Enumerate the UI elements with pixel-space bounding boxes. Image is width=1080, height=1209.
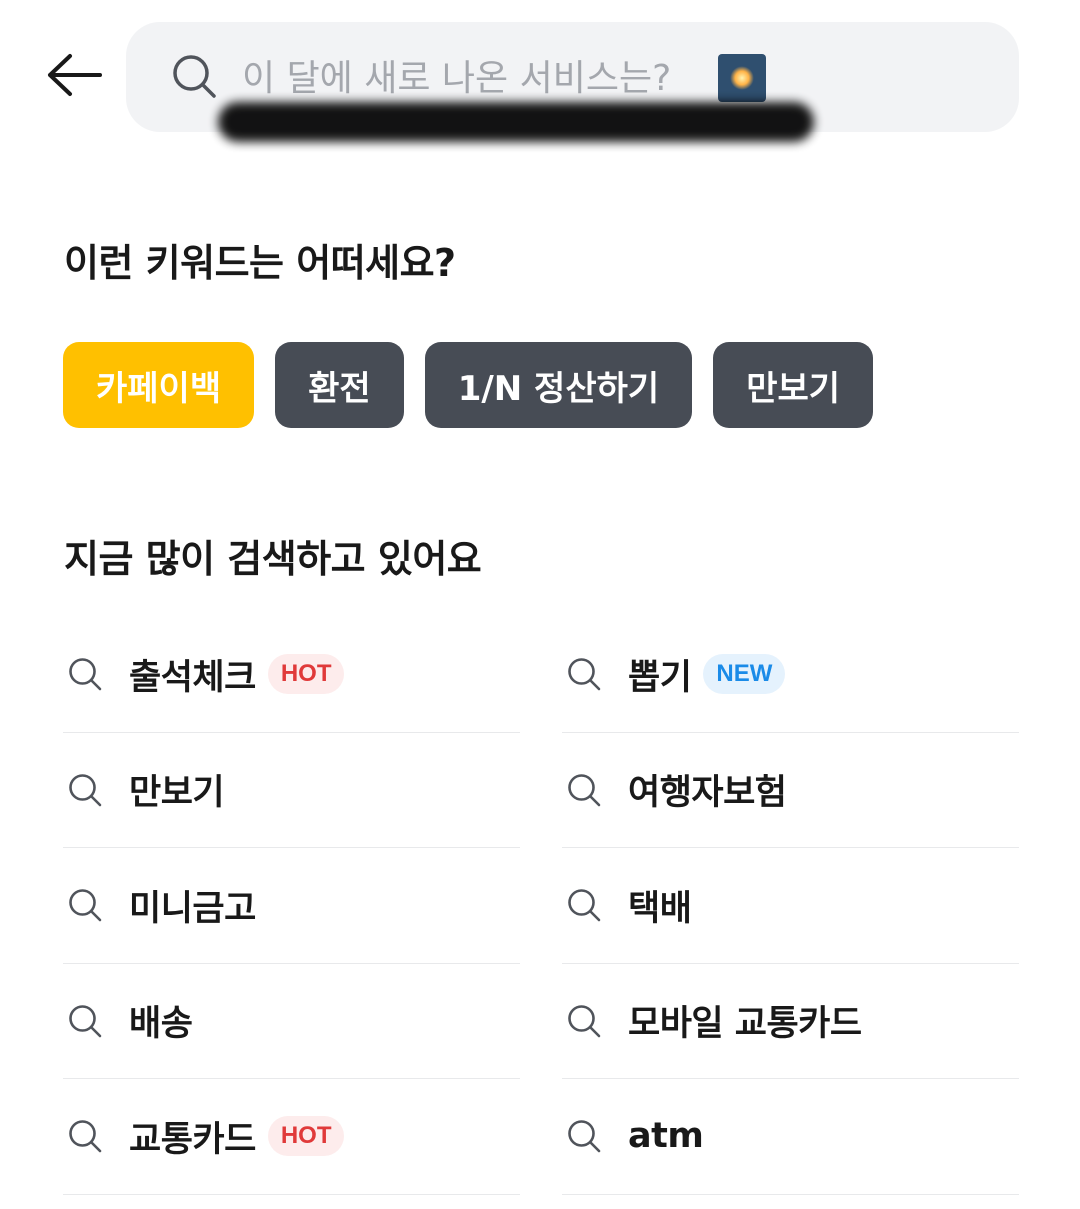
redaction-mark (218, 102, 814, 142)
search-input[interactable] (242, 50, 862, 106)
list-item[interactable]: 만보기 (63, 733, 520, 848)
list-item[interactable]: 모바일 교통카드 (562, 964, 1019, 1079)
search-icon (568, 1004, 601, 1038)
chip-cashback[interactable]: 카페이백 (63, 342, 255, 428)
list-item-label: 택배 (628, 888, 692, 929)
list-item[interactable]: atm (562, 1079, 1019, 1195)
search-icon (568, 1120, 601, 1153)
search-icon (69, 1004, 102, 1038)
chip-split-bill[interactable]: 1/N 정산하기 (424, 342, 693, 428)
list-item-label: 배송 (129, 1004, 193, 1045)
search-icon (69, 1120, 102, 1153)
search-icon (173, 55, 216, 98)
back-button[interactable] (42, 48, 106, 102)
list-item[interactable]: 미니금고 (63, 848, 520, 964)
list-item[interactable]: 출석체크 HOT (63, 617, 520, 733)
list-item-label: atm (628, 1116, 704, 1157)
back-arrow-icon (48, 54, 102, 96)
new-badge: NEW (703, 654, 786, 695)
list-item[interactable]: 택배 (562, 848, 1019, 964)
search-icon (69, 773, 102, 807)
hot-badge: HOT (267, 654, 345, 695)
list-item-label: 여행자보험 (628, 773, 787, 814)
list-item-label: 모바일 교통카드 (628, 1004, 862, 1045)
list-item-label: 미니금고 (129, 888, 256, 929)
search-icon (69, 889, 102, 922)
hot-badge: HOT (267, 1116, 345, 1157)
chip-exchange[interactable]: 환전 (275, 342, 404, 428)
chip-pedometer[interactable]: 만보기 (713, 342, 874, 428)
search-icon (568, 773, 601, 807)
list-item-label: 교통카드 (129, 1119, 256, 1160)
suggested-keywords-title: 이런 키워드는 어떠세요? (64, 241, 456, 285)
list-item-label: 뽑기 (628, 657, 692, 698)
list-item[interactable]: 배송 (63, 964, 520, 1079)
list-item[interactable]: 교통카드 HOT (63, 1079, 520, 1195)
sparkle-emoji-icon (718, 54, 766, 102)
suggested-keyword-chips: 카페이백 환전 1/N 정산하기 만보기 (63, 342, 874, 428)
list-item[interactable]: 뽑기 NEW (562, 617, 1019, 733)
list-item-label: 만보기 (129, 773, 225, 814)
list-item[interactable]: 여행자보험 (562, 733, 1019, 848)
list-item-label: 출석체크 (129, 657, 256, 698)
popular-search-list: 출석체크 HOT 뽑기 NEW 만보기 여행자보험 미니금고 택배 배송 모바일… (63, 617, 1019, 1195)
search-icon (568, 889, 601, 922)
search-icon (568, 658, 601, 691)
search-icon (69, 658, 102, 691)
popular-searches-title: 지금 많이 검색하고 있어요 (64, 537, 482, 581)
